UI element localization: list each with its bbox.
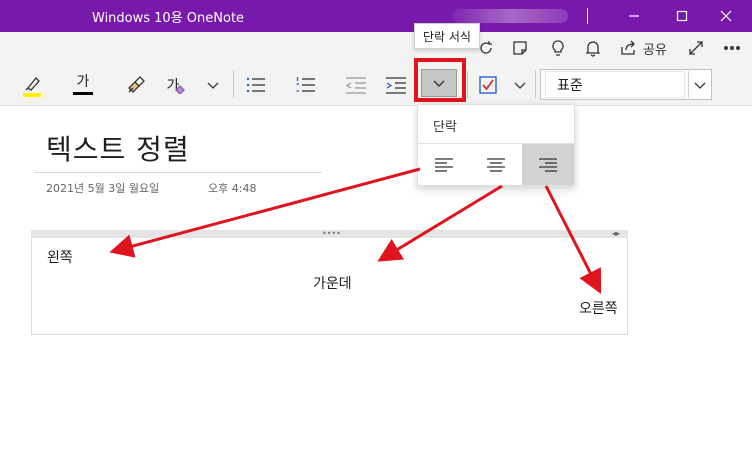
close-window-button[interactable]	[706, 0, 746, 32]
align-left-button[interactable]	[418, 144, 470, 185]
format-painter-button[interactable]	[122, 70, 150, 100]
move-handle-icon[interactable]: ••••	[322, 230, 341, 238]
style-dropdown-button[interactable]	[688, 71, 710, 98]
font-color-bar	[73, 92, 93, 95]
highlighter-icon	[23, 77, 41, 97]
more-options-button[interactable]	[722, 38, 742, 58]
share-icon	[621, 40, 635, 55]
center-aligned-text[interactable]: 가운데	[313, 273, 352, 293]
toolbar-divider	[233, 70, 234, 98]
font-color-button[interactable]: 가	[68, 70, 98, 100]
highlighter-button[interactable]	[18, 70, 46, 100]
lightbulb-icon	[552, 40, 564, 56]
chevron-down-icon	[207, 82, 219, 89]
close-icon	[720, 10, 732, 22]
right-aligned-text[interactable]: 오른쪽	[579, 298, 618, 318]
chevron-down-icon	[694, 82, 705, 89]
align-center-button[interactable]	[470, 144, 522, 185]
font-color-glyph: 가	[76, 74, 90, 90]
resize-handle-icon[interactable]: ◂▸	[612, 229, 620, 239]
tell-me-button[interactable]	[548, 38, 568, 58]
numbered-list-button[interactable]	[294, 70, 318, 100]
numbered-list-icon	[296, 77, 315, 92]
full-screen-button[interactable]	[686, 38, 706, 58]
decrease-indent-button[interactable]	[344, 70, 368, 100]
paragraph-menu-title: 단락	[433, 120, 457, 135]
page-title[interactable]: 텍스트 정렬	[46, 128, 190, 168]
minimize-icon	[629, 15, 639, 17]
clear-formatting-button[interactable]: 가	[162, 70, 190, 100]
increase-indent-icon	[386, 77, 406, 94]
maximize-button[interactable]	[662, 0, 702, 32]
red-highlight-annotation	[414, 58, 466, 102]
eraser-icon	[175, 85, 186, 94]
tag-dropdown[interactable]	[510, 70, 530, 100]
align-right-button[interactable]	[522, 144, 574, 185]
toolbar-divider	[467, 70, 468, 98]
todo-tag-button[interactable]	[475, 70, 501, 100]
account-name-blurred	[452, 9, 568, 23]
bullet-list-icon	[246, 77, 265, 93]
title-bar: Windows 10용 OneNote	[0, 0, 752, 32]
top-command-row	[0, 32, 752, 64]
title-bar-divider	[587, 8, 588, 24]
more-format-dropdown[interactable]	[202, 70, 224, 100]
bell-icon	[585, 41, 601, 57]
decrease-indent-icon	[345, 77, 366, 94]
style-value: 표준	[557, 78, 583, 94]
align-right-icon	[539, 157, 557, 172]
toolbar-divider	[535, 70, 536, 98]
page-time: 오후 4:48	[208, 182, 257, 195]
expand-icon	[689, 41, 703, 55]
window-title: Windows 10용 OneNote	[92, 11, 245, 26]
share-label[interactable]: 공유	[643, 39, 667, 58]
format-painter-icon	[128, 76, 145, 93]
align-center-icon	[487, 157, 505, 172]
align-left-icon	[435, 157, 453, 172]
sticky-notes-button[interactable]	[510, 38, 530, 58]
minimize-button[interactable]	[614, 0, 654, 32]
page-date: 2021년 5월 3일 월요일	[46, 182, 160, 195]
checkbox-tag-icon	[479, 76, 497, 94]
notifications-button[interactable]	[583, 38, 603, 58]
sticky-note-icon	[513, 41, 527, 55]
chevron-down-icon	[514, 82, 526, 89]
left-aligned-text[interactable]: 왼쪽	[47, 247, 73, 267]
page-title-underline	[34, 172, 322, 173]
bullet-list-button[interactable]	[244, 70, 268, 100]
increase-indent-button[interactable]	[384, 70, 408, 100]
maximize-icon	[676, 10, 688, 22]
paragraph-format-tooltip: 단락 서식	[414, 23, 480, 49]
share-button[interactable]	[618, 38, 638, 58]
more-icon	[724, 46, 740, 50]
